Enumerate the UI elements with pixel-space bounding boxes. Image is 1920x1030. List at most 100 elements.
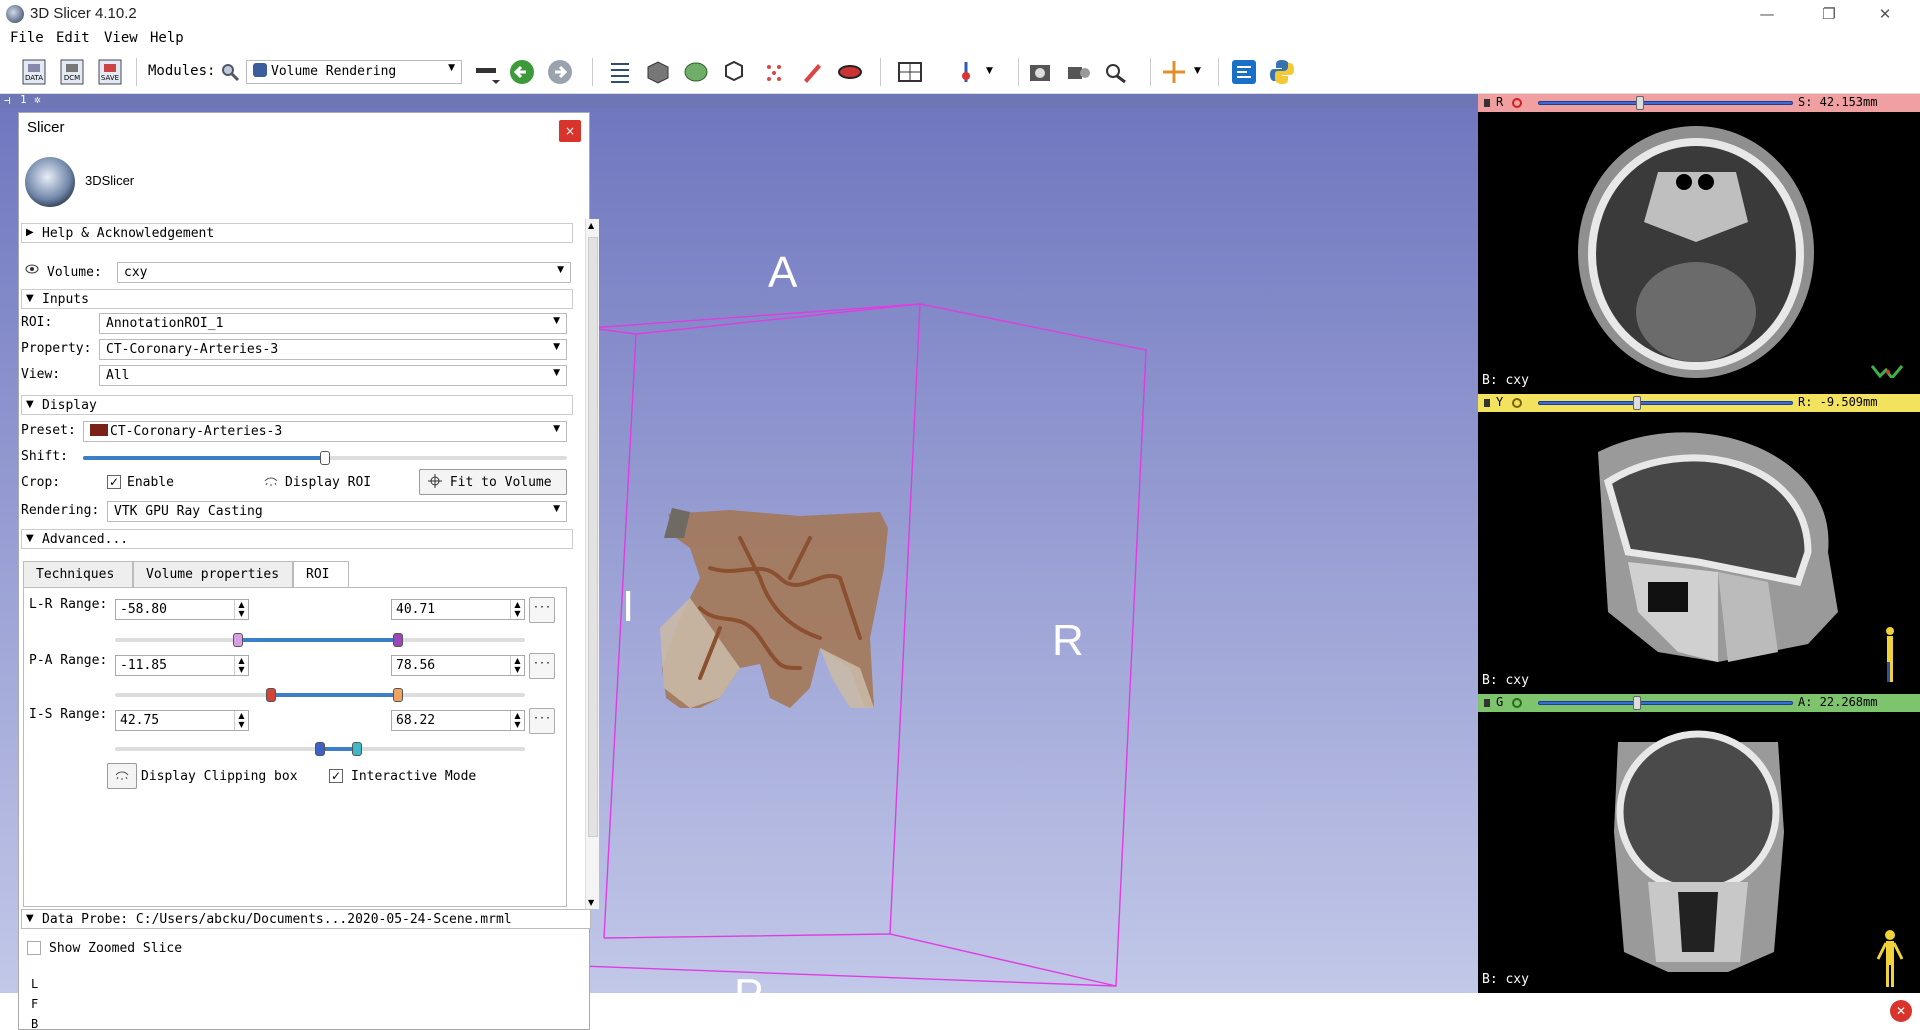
scene-views-icon[interactable] — [1064, 58, 1092, 86]
eye-icon[interactable] — [25, 263, 39, 275]
menu-help[interactable]: Help — [150, 30, 184, 46]
lr-range-lo-handle[interactable] — [233, 633, 243, 647]
lr-range-hi-handle[interactable] — [392, 633, 403, 647]
extension-manager-icon[interactable] — [1230, 58, 1258, 86]
screenshot-icon[interactable] — [1026, 58, 1054, 86]
is-range-lo-handle[interactable] — [315, 742, 325, 756]
rendering-selector[interactable]: VTK GPU Ray Casting ▼ — [107, 501, 567, 522]
volume-selector[interactable]: cxy ▼ — [117, 262, 571, 283]
minimize-button[interactable]: — — [1744, 0, 1790, 28]
restore-button[interactable]: ❐ — [1806, 0, 1852, 28]
interactive-mode-label: Interactive Mode — [351, 769, 477, 784]
link-icon[interactable]: ✲ — [34, 93, 41, 106]
mouse-mode-icon[interactable] — [1160, 58, 1188, 86]
chevron-down-icon[interactable]: ▼ — [1194, 66, 1201, 76]
pa-range-lo-handle[interactable] — [265, 688, 276, 702]
is-min-spinbox[interactable]: 42.75 ▲ ▼ — [115, 710, 249, 731]
pin-icon[interactable] — [1482, 97, 1492, 109]
clipping-box-toggle[interactable] — [107, 763, 137, 789]
forward-arrow-icon[interactable] — [546, 58, 574, 86]
pa-min-spinbox[interactable]: -11.85 ▲ ▼ — [115, 655, 249, 676]
lr-max-spinbox[interactable]: 40.71 ▲ ▼ — [391, 599, 525, 620]
menu-edit[interactable]: Edit — [56, 30, 90, 46]
slice-offset-slider[interactable] — [1538, 101, 1793, 105]
back-arrow-icon[interactable] — [508, 58, 536, 86]
preset-selector[interactable]: CT-Coronary-Arteries-3 ▼ — [83, 421, 567, 442]
editor-module-icon[interactable] — [798, 58, 826, 86]
load-data-button[interactable]: DATA — [20, 58, 48, 86]
property-selector[interactable]: CT-Coronary-Arteries-3 ▼ — [99, 339, 567, 360]
crosshair-arrow-icon[interactable] — [952, 58, 980, 86]
pa-max-spinbox[interactable]: 78.56 ▲ ▼ — [391, 655, 525, 676]
models-module-icon[interactable] — [682, 58, 710, 86]
layout-icon[interactable] — [896, 58, 924, 86]
pin-icon[interactable]: ⊣ — [4, 94, 11, 107]
toolbar: DATA DCM SAVE Modules: Volume Rendering … — [0, 50, 1920, 94]
pin-icon[interactable] — [1482, 697, 1492, 709]
pa-more-button[interactable]: ··· — [529, 653, 555, 679]
module-panel: Slicer × 3DSlicer ▶ Help & Acknowledgeme… — [18, 112, 599, 1030]
red-slice-view[interactable]: B: cxy — [1478, 112, 1920, 394]
tab-techniques[interactable]: Techniques — [23, 561, 133, 587]
module-history-icon[interactable] — [474, 58, 502, 86]
markups-module-icon[interactable] — [760, 58, 788, 86]
slice-offset-slider[interactable] — [1538, 401, 1793, 405]
python-console-icon[interactable] — [1268, 58, 1296, 86]
chevron-down-icon[interactable]: ▼ — [986, 66, 993, 76]
roi-selector[interactable]: AnnotationROI_1 ▼ — [99, 313, 567, 334]
slice-offset-slider[interactable] — [1538, 701, 1793, 705]
show-zoomed-slice-checkbox[interactable] — [27, 941, 41, 955]
advanced-section[interactable]: ▼ Advanced... — [21, 529, 573, 549]
transforms-module-icon[interactable] — [720, 58, 748, 86]
roi-value: AnnotationROI_1 — [106, 316, 224, 331]
menu-file[interactable]: File — [10, 30, 44, 46]
volumes-module-icon[interactable] — [644, 58, 672, 86]
scroll-up-icon[interactable]: ▲ — [588, 221, 594, 230]
error-log-icon[interactable]: ✕ — [1890, 1000, 1912, 1022]
link-icon[interactable] — [1510, 697, 1524, 709]
tab-volume-properties[interactable]: Volume properties — [133, 561, 293, 587]
display-section[interactable]: ▼ Display — [21, 395, 573, 415]
scroll-down-icon[interactable]: ▼ — [588, 898, 594, 907]
anterior-label: A — [768, 248, 798, 297]
eye-closed-icon[interactable] — [263, 473, 279, 489]
inputs-section[interactable]: ▼ Inputs — [21, 289, 573, 309]
close-panel-button[interactable]: × — [559, 120, 581, 142]
preset-label: Preset: — [21, 423, 76, 438]
load-dicom-button[interactable]: DCM — [58, 58, 86, 86]
slice-offset-handle[interactable] — [1636, 96, 1644, 110]
pin-icon[interactable] — [1482, 397, 1492, 409]
shift-slider-handle[interactable] — [320, 451, 330, 465]
link-icon[interactable] — [1510, 97, 1524, 109]
module-selector[interactable]: Volume Rendering ▼ — [246, 60, 462, 84]
scrollbar-thumb[interactable] — [588, 237, 598, 837]
view-camera-icon[interactable] — [1102, 58, 1130, 86]
tab-roi[interactable]: ROI — [293, 561, 349, 588]
data-label: DATA — [25, 74, 43, 82]
slice-offset-handle[interactable] — [1633, 696, 1642, 710]
yellow-slice-view[interactable]: B: cxy — [1478, 412, 1920, 694]
interactive-mode-checkbox[interactable]: ✓ — [329, 769, 343, 783]
data-probe-section[interactable]: ▼ Data Probe: C:/Users/abcku/Documents..… — [21, 909, 591, 929]
module-search-icon[interactable] — [220, 62, 240, 82]
is-more-button[interactable]: ··· — [529, 708, 555, 734]
link-icon[interactable] — [1510, 397, 1524, 409]
save-button[interactable]: SAVE — [96, 58, 124, 86]
view-selector[interactable]: All ▼ — [99, 365, 567, 386]
menu-view[interactable]: View — [104, 30, 138, 46]
pa-range-hi-handle[interactable] — [392, 688, 403, 702]
panel-scrollbar[interactable]: ▲ ▼ — [585, 219, 599, 909]
lr-min-spinbox[interactable]: -58.80 ▲ ▼ — [115, 599, 249, 620]
is-range-hi-handle[interactable] — [351, 742, 362, 756]
data-module-icon[interactable] — [606, 58, 634, 86]
segment-editor-icon[interactable] — [836, 58, 864, 86]
slice-offset-handle[interactable] — [1633, 396, 1642, 410]
close-window-button[interactable]: ✕ — [1862, 0, 1908, 28]
fit-to-volume-button[interactable]: Fit to Volume — [419, 469, 567, 495]
lr-more-button[interactable]: ··· — [529, 597, 555, 623]
help-section[interactable]: ▶ Help & Acknowledgement — [21, 223, 573, 243]
collapse-arrow-icon: ▼ — [26, 533, 34, 544]
green-slice-view[interactable]: B: cxy — [1478, 712, 1920, 993]
enable-checkbox[interactable]: ✓ — [107, 475, 121, 489]
is-max-spinbox[interactable]: 68.22 ▲ ▼ — [391, 710, 525, 731]
